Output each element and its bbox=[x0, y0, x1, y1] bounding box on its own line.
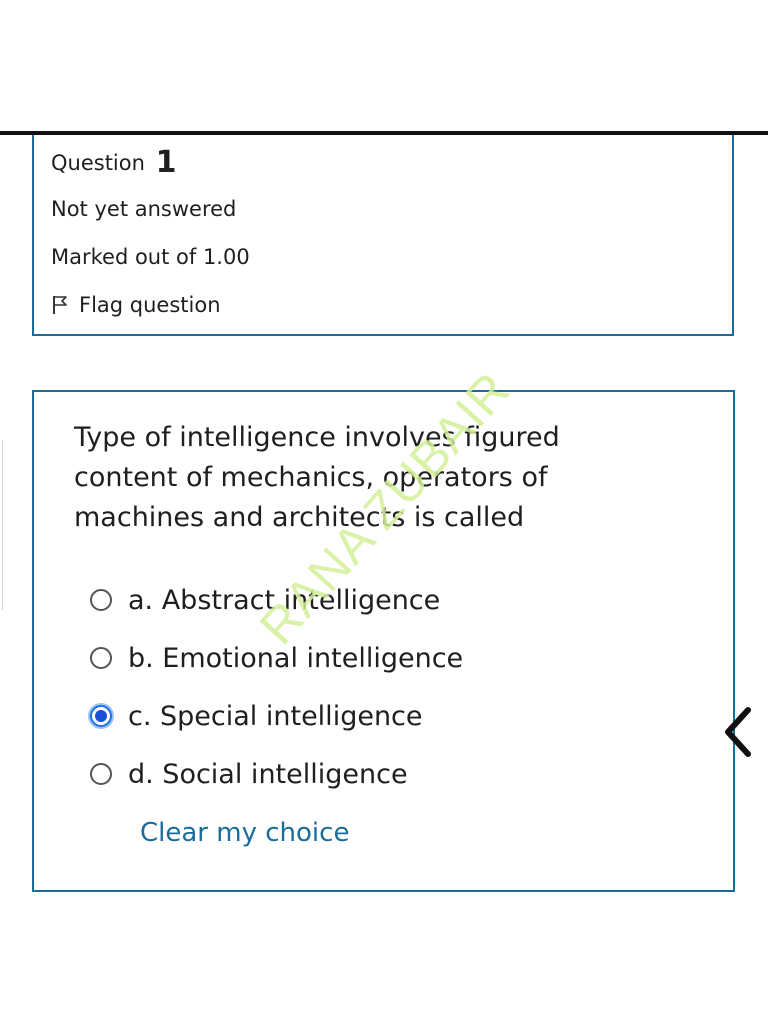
flag-question-button[interactable]: Flag question bbox=[51, 293, 221, 317]
flag-question-label: Flag question bbox=[79, 293, 221, 317]
left-edge-divider bbox=[2, 440, 3, 610]
question-heading: Question 1 bbox=[51, 145, 177, 180]
option-b[interactable]: b. Emotional intelligence bbox=[90, 640, 463, 676]
question-number: 1 bbox=[155, 145, 177, 180]
radio-option-b[interactable] bbox=[90, 647, 112, 669]
answer-status: Not yet answered bbox=[51, 197, 237, 221]
flag-icon bbox=[53, 296, 67, 314]
option-b-label: b. Emotional intelligence bbox=[128, 642, 464, 674]
option-c-label: c. Special intelligence bbox=[128, 700, 423, 732]
radio-option-d[interactable] bbox=[90, 763, 112, 785]
question-panel: Type of intelligence involves figured co… bbox=[32, 390, 735, 892]
question-info-panel: Question 1 Not yet answered Marked out o… bbox=[32, 135, 734, 336]
option-a[interactable]: a. Abstract intelligence bbox=[90, 582, 440, 618]
radio-option-c[interactable] bbox=[90, 705, 112, 727]
question-text: Type of intelligence involves figured co… bbox=[74, 422, 560, 533]
question-label: Question bbox=[51, 151, 145, 175]
chevron-left-icon[interactable] bbox=[718, 700, 758, 764]
clear-choice-link[interactable]: Clear my choice bbox=[140, 818, 349, 848]
option-d[interactable]: d. Social intelligence bbox=[90, 756, 408, 792]
option-d-label: d. Social intelligence bbox=[128, 758, 408, 790]
marks-info: Marked out of 1.00 bbox=[51, 245, 250, 269]
radio-option-a[interactable] bbox=[90, 589, 112, 611]
option-a-label: a. Abstract intelligence bbox=[128, 584, 441, 616]
option-c[interactable]: c. Special intelligence bbox=[90, 698, 423, 734]
